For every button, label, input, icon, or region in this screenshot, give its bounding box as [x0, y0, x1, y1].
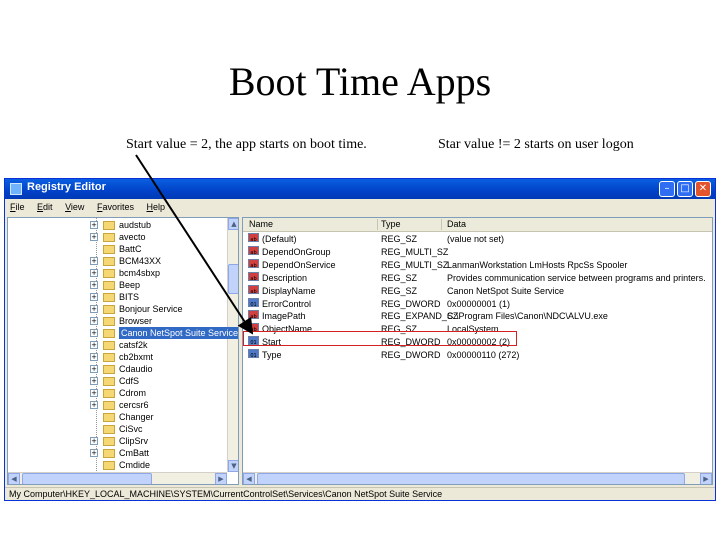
- pointer-arrow: [135, 154, 254, 335]
- arrow-line: [135, 154, 254, 335]
